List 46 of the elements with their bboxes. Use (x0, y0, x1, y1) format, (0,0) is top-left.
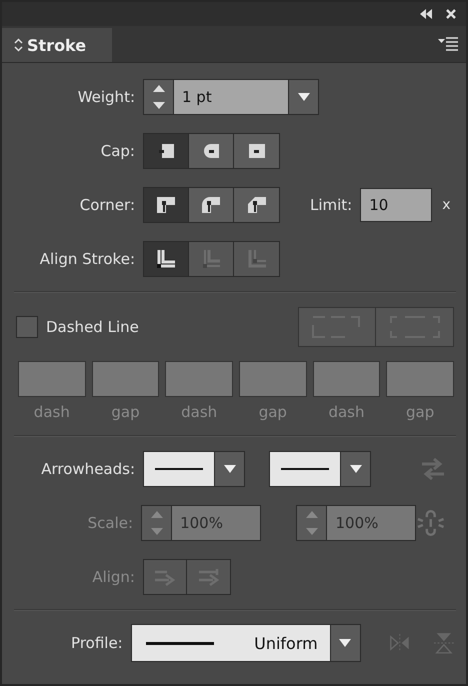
dash-label: gap (406, 403, 434, 421)
dropdown-button[interactable] (340, 452, 370, 486)
projecting-option-button[interactable] (234, 134, 279, 168)
arrowhead-menu[interactable] (144, 452, 214, 486)
field-label: Weight: (76, 88, 136, 106)
center-option-button[interactable] (144, 242, 189, 276)
bevel-option-button[interactable] (234, 188, 279, 222)
field-label: Profile: (70, 634, 124, 652)
dash-field[interactable] (165, 361, 233, 397)
dropdown-button[interactable] (214, 452, 244, 486)
field-label: Scale: (86, 514, 134, 532)
limit-label: Limit: (310, 196, 352, 214)
arrowhead-menu[interactable] (270, 452, 340, 486)
stroke-align-icon (154, 247, 178, 271)
updown-arrows-icon (14, 38, 23, 52)
dash-field[interactable] (386, 361, 454, 397)
field-label: Corner: (78, 196, 136, 214)
caret-icon (350, 465, 362, 473)
checkbox-label: Dashed Line (46, 318, 139, 336)
caret-icon (224, 465, 236, 473)
field-label: Align: (91, 568, 136, 586)
field-label: Arrowheads: (40, 460, 136, 478)
line-icon (281, 467, 329, 471)
field-label: Cap: (100, 142, 136, 160)
dash-label: gap (258, 403, 287, 421)
line-icon (155, 467, 203, 471)
dash-field[interactable] (312, 361, 380, 397)
unit-label: x (442, 197, 451, 213)
dash-label: dash (34, 403, 70, 421)
panel-tab[interactable]: Stroke (2, 28, 112, 62)
round-option-button[interactable] (189, 134, 234, 168)
close-icon[interactable] (446, 9, 456, 19)
field-label: Align Stroke: (38, 250, 136, 268)
checkbox[interactable] (16, 316, 38, 338)
collapse-icon[interactable] (420, 9, 432, 19)
miter-option-button[interactable] (144, 188, 189, 222)
round-option-button[interactable] (189, 188, 234, 222)
dash-field[interactable] (18, 361, 86, 397)
arrow-align-icon (196, 567, 220, 587)
limit-field[interactable]: 10 (360, 188, 432, 222)
butt-option-button[interactable] (144, 134, 189, 168)
dash-field[interactable] (92, 361, 160, 397)
dash-label: dash (328, 403, 365, 421)
dash-label: dash (181, 403, 218, 421)
dash-label: gap (111, 403, 140, 421)
dash-field[interactable] (238, 361, 307, 397)
